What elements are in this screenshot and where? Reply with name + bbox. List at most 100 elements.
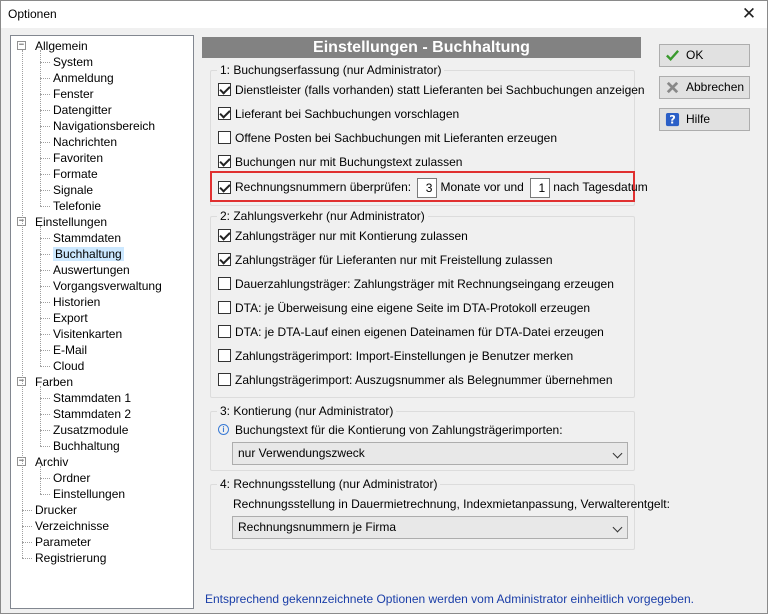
tree-item[interactable]: System xyxy=(53,54,93,70)
help-button-label: Hilfe xyxy=(686,112,711,126)
help-icon: ? xyxy=(665,112,680,127)
tree-item-label: Datengitter xyxy=(53,103,112,117)
option-checkbox[interactable] xyxy=(218,253,231,267)
tree-item[interactable]: Favoriten xyxy=(53,150,103,166)
cancel-button[interactable]: Abbrechen xyxy=(659,76,750,99)
tree-connector xyxy=(40,238,50,239)
tree-item[interactable]: Parameter xyxy=(35,534,91,550)
tree-item-label: Verzeichnisse xyxy=(35,519,110,533)
tree-connector xyxy=(40,334,50,335)
tree-item[interactable]: Einstellungen xyxy=(35,214,107,230)
option-checkbox[interactable] xyxy=(218,301,231,315)
invoicing-select[interactable]: Rechnungsnummern je Firma xyxy=(232,516,628,539)
tree-item[interactable]: Fenster xyxy=(53,86,94,102)
close-icon xyxy=(666,81,679,94)
tree-item[interactable]: E-Mail xyxy=(53,342,87,358)
tree-item[interactable]: Buchhaltung xyxy=(53,246,124,262)
window-title: Optionen xyxy=(8,7,57,21)
tree-item[interactable]: Buchhaltung xyxy=(53,438,120,454)
tree-item[interactable]: Stammdaten xyxy=(53,230,121,246)
option-checkbox[interactable] xyxy=(218,131,231,145)
tree-connector xyxy=(40,446,50,447)
ok-button[interactable]: OK xyxy=(659,44,750,67)
months-after-text: nach Tagesdatum xyxy=(553,180,648,195)
tree-item-label: Drucker xyxy=(35,503,78,517)
tree-item-label: Stammdaten 2 xyxy=(53,407,132,421)
check-invoice-numbers-label: Rechnungsnummern überprüfen: xyxy=(235,180,412,195)
checkmark-icon xyxy=(666,50,680,61)
group-title: 4: Rechnungsstellung (nur Administrator) xyxy=(217,477,441,491)
check-invoice-numbers-row: Rechnungsnummern überprüfen: 3 Monate vor… xyxy=(218,178,648,198)
option-checkbox[interactable] xyxy=(218,229,231,243)
tree-item[interactable]: Navigationsbereich xyxy=(53,118,155,134)
tree-item[interactable]: Nachrichten xyxy=(53,134,117,150)
tree-connector xyxy=(40,62,50,63)
tree-item[interactable]: Drucker xyxy=(35,502,77,518)
tree-connector xyxy=(40,94,50,95)
tree-item[interactable]: Export xyxy=(53,310,88,326)
tree-item-label: Registrierung xyxy=(35,551,107,565)
months-before-text: Monate vor und xyxy=(440,180,524,195)
booking-text-select[interactable]: nur Verwendungszweck xyxy=(232,442,628,465)
tree-item[interactable]: Vorgangsverwaltung xyxy=(53,278,162,294)
tree-item[interactable]: Cloud xyxy=(53,358,84,374)
option-checkbox[interactable] xyxy=(218,83,231,97)
close-icon[interactable]: ✕ xyxy=(734,2,764,26)
tree-item[interactable]: Signale xyxy=(53,182,93,198)
months-before-input[interactable]: 3 xyxy=(417,178,438,198)
footer-note: Entsprechend gekennzeichnete Optionen we… xyxy=(205,592,694,606)
option-label: Zahlungsträger nur mit Kontierung zulass… xyxy=(235,229,468,243)
tree-connector xyxy=(40,466,41,494)
option-checkbox[interactable] xyxy=(218,155,231,169)
help-button[interactable]: ? Hilfe xyxy=(659,108,750,131)
tree-item[interactable]: Zusatzmodule xyxy=(53,422,128,438)
tree-item[interactable]: Historien xyxy=(53,294,100,310)
tree-item[interactable]: Einstellungen xyxy=(53,486,125,502)
info-icon: i xyxy=(218,424,229,436)
tree-connector xyxy=(40,318,50,319)
tree-item[interactable]: Formate xyxy=(53,166,98,182)
tree-connector xyxy=(22,50,23,558)
tree-item-label: Historien xyxy=(53,295,101,309)
months-after-input[interactable]: 1 xyxy=(530,178,551,198)
tree-connector xyxy=(40,366,50,367)
tree-connector xyxy=(40,478,50,479)
tree-item[interactable]: Datengitter xyxy=(53,102,112,118)
option-checkbox[interactable] xyxy=(218,325,231,339)
option-row: Zahlungsträger für Lieferanten nur mit F… xyxy=(218,252,553,268)
option-label: Lieferant bei Sachbuchungen vorschlagen xyxy=(235,107,460,121)
option-checkbox[interactable] xyxy=(218,107,231,121)
tree-item[interactable]: Verzeichnisse xyxy=(35,518,109,534)
tree-item-label: Buchhaltung xyxy=(53,439,120,453)
tree-item[interactable]: Registrierung xyxy=(35,550,106,566)
tree-connector xyxy=(40,174,50,175)
check-invoice-numbers-checkbox[interactable] xyxy=(218,180,231,194)
option-checkbox[interactable] xyxy=(218,349,231,363)
tree-item-label: Cloud xyxy=(53,359,85,373)
option-label: DTA: je Überweisung eine eigene Seite im… xyxy=(235,301,591,315)
tree-item[interactable]: Visitenkarten xyxy=(53,326,122,342)
tree-expander-icon[interactable]: − xyxy=(17,41,26,50)
cancel-button-label: Abbrechen xyxy=(686,80,745,94)
tree-item[interactable]: Auswertungen xyxy=(53,262,130,278)
tree-connector xyxy=(40,50,41,206)
group-title: 1: Buchungserfassung (nur Administrator) xyxy=(217,63,445,77)
option-label: Zahlungsträger für Lieferanten nur mit F… xyxy=(235,253,553,267)
group-title: 2: Zahlungsverkehr (nur Administrator) xyxy=(217,209,428,223)
panel-title: Einstellungen - Buchhaltung xyxy=(202,37,641,58)
tree-connector xyxy=(22,542,32,543)
tree-item[interactable]: Telefonie xyxy=(53,198,101,214)
tree-item-label: Allgemein xyxy=(35,39,88,53)
tree-connector xyxy=(40,226,41,366)
tree-item[interactable]: Anmeldung xyxy=(53,70,114,86)
tree-item[interactable]: Ordner xyxy=(53,470,90,486)
tree-connector xyxy=(22,558,32,559)
tree-item[interactable]: Stammdaten 1 xyxy=(53,390,131,406)
tree-item[interactable]: Allgemein xyxy=(35,38,88,54)
option-label: Zahlungsträgerimport: Import-Einstellung… xyxy=(235,349,574,363)
tree-item[interactable]: Stammdaten 2 xyxy=(53,406,131,422)
option-checkbox[interactable] xyxy=(218,277,231,291)
options-tree[interactable]: Allgemein − System Anmeldung Fenster Datengit… xyxy=(10,35,194,609)
tree-item-label: Fenster xyxy=(53,87,94,101)
option-checkbox[interactable] xyxy=(218,373,231,387)
